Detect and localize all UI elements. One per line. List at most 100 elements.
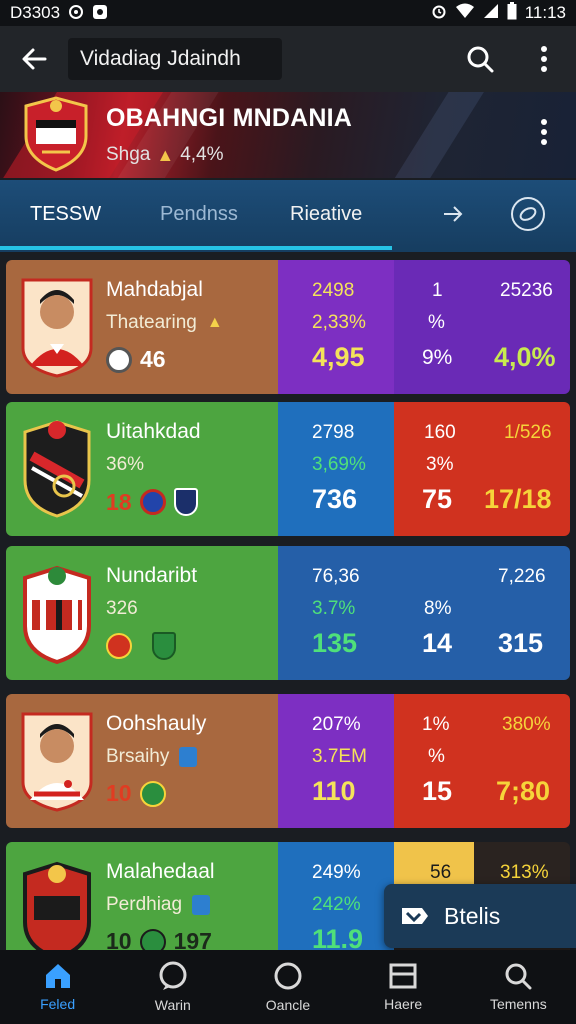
club-crest-icon bbox=[24, 96, 88, 172]
app-bar-actions bbox=[448, 26, 576, 92]
player-name: Mahdabjal bbox=[106, 278, 203, 301]
search-field-text: Vidadiag Jdaindh bbox=[80, 47, 241, 70]
stat-value-large: 7;80 bbox=[496, 776, 551, 806]
alarm-icon bbox=[431, 3, 447, 24]
list-icon bbox=[389, 963, 417, 989]
banner-more-button[interactable] bbox=[532, 112, 556, 152]
nav-item-warin[interactable]: Warin bbox=[115, 950, 230, 1024]
player-card[interactable]: Uitahkdad 36% 18 2798 3,69% 736 160 3% 7… bbox=[6, 402, 570, 536]
club-crest-icon bbox=[23, 420, 91, 518]
stat-value-large: 135 bbox=[312, 628, 358, 658]
nav-item-oancle[interactable]: Oancle bbox=[230, 950, 345, 1024]
stat-value: 9% bbox=[422, 346, 453, 369]
player-sub-text: 36% bbox=[106, 454, 145, 475]
stat-col-1: 76,36 3.7% 135 bbox=[278, 546, 394, 680]
tab-pendnss[interactable]: Pendnss bbox=[160, 180, 238, 248]
nav-item-temenns[interactable]: Temenns bbox=[461, 950, 576, 1024]
shield-icon bbox=[192, 895, 211, 915]
stat-value: 2498 bbox=[312, 280, 355, 301]
player-sub-text: Perdhiag bbox=[106, 894, 183, 915]
app-bar: Vidadiag Jdaindh bbox=[0, 26, 576, 92]
stat-col-2: 1% % 15 380% 7;80 bbox=[394, 694, 570, 828]
tab-target-button[interactable] bbox=[508, 180, 548, 248]
stat-value: 3,69% bbox=[312, 454, 366, 475]
player-bottom: 10 bbox=[106, 780, 174, 807]
player-bottom-value: 10 bbox=[106, 928, 132, 950]
club-badge-icon bbox=[139, 489, 166, 515]
stat-value-large: 4,0% bbox=[494, 342, 556, 372]
club-badge-icon bbox=[139, 780, 166, 807]
club-badge-icon bbox=[139, 928, 166, 950]
status-right: 11:13 bbox=[431, 1, 566, 25]
stat-col-1: 2798 3,69% 736 bbox=[278, 402, 394, 536]
nav-item-haere[interactable]: Haere bbox=[346, 950, 461, 1024]
player-sub: 36% bbox=[106, 454, 144, 476]
stat-value-large: 14 bbox=[422, 628, 453, 658]
arrow-right-icon bbox=[444, 206, 463, 222]
stat-value-large: 75 bbox=[422, 484, 453, 514]
tab-bar: TESSW Pendnss Rieative bbox=[0, 180, 576, 252]
circle-icon bbox=[274, 962, 302, 990]
notification-icon bbox=[68, 4, 84, 23]
nav-label: Haere bbox=[384, 996, 423, 1012]
overflow-menu-button[interactable] bbox=[512, 26, 576, 92]
player-bottom: 46 bbox=[106, 346, 166, 373]
player-list: Mahdabjal Thatearing ▲ 46 2498 2,33% 4,9… bbox=[0, 252, 576, 950]
nav-label: Warin bbox=[154, 997, 191, 1013]
stat-value: % bbox=[428, 746, 445, 767]
search-icon bbox=[505, 963, 532, 990]
nav-item-feled[interactable]: Feled bbox=[0, 950, 115, 1024]
player-sub-text: Brsaihy bbox=[106, 746, 170, 767]
club-crest-icon bbox=[23, 565, 91, 664]
stat-col-1: 207% 3.7EM 110 bbox=[278, 694, 394, 828]
tab-tessw[interactable]: TESSW bbox=[30, 180, 101, 248]
player-card[interactable]: Oohshauly Brsaihy 10 207% 3.7EM 110 1% % bbox=[6, 694, 570, 828]
player-portrait-icon bbox=[21, 712, 93, 812]
stat-value: 2,33% bbox=[312, 312, 366, 333]
player-card[interactable]: Nundaribt 326 76,36 3.7% 135 8% 14 7,226… bbox=[6, 546, 570, 680]
stat-value-large: 15 bbox=[422, 776, 453, 806]
tab-rieative[interactable]: Rieative bbox=[290, 180, 362, 248]
player-sub-text: Thatearing bbox=[106, 312, 197, 333]
stat-value-large: 4,95 bbox=[312, 342, 365, 372]
player-bottom-extra: 197 bbox=[173, 928, 212, 950]
shield-icon bbox=[179, 747, 198, 767]
stat-value: 380% bbox=[502, 714, 551, 735]
search-button[interactable] bbox=[448, 26, 512, 92]
stat-value-large: 110 bbox=[312, 776, 356, 806]
nav-label: Temenns bbox=[489, 996, 547, 1012]
player-card[interactable]: Mahdabjal Thatearing ▲ 46 2498 2,33% 4,9… bbox=[6, 260, 570, 394]
club-badge-icon bbox=[106, 346, 132, 373]
stat-value: 76,36 bbox=[312, 566, 360, 587]
player-name: Oohshauly bbox=[106, 712, 207, 735]
search-icon bbox=[467, 46, 494, 73]
player-bottom-value: 10 bbox=[106, 780, 132, 806]
player-name: Malahedaal bbox=[106, 860, 215, 883]
home-icon bbox=[45, 964, 70, 988]
player-bottom-value: 46 bbox=[140, 346, 166, 372]
card-info: Nundaribt 326 bbox=[6, 546, 278, 680]
stat-col-1: 249% 242% 11.9 bbox=[278, 842, 394, 950]
player-portrait-icon bbox=[21, 278, 93, 378]
stat-col-2: 1 % 9% 25236 4,0% bbox=[394, 260, 570, 394]
card-info: Oohshauly Brsaihy 10 bbox=[6, 694, 278, 828]
stat-value: 1/526 bbox=[504, 422, 552, 443]
tab-indicator bbox=[0, 246, 392, 250]
nav-label: Oancle bbox=[265, 997, 311, 1013]
search-field[interactable]: Vidadiag Jdaindh bbox=[68, 38, 282, 80]
stat-col-1: 2498 2,33% 4,95 bbox=[278, 260, 394, 394]
player-sub: Brsaihy bbox=[106, 746, 198, 768]
stat-value-large: 315 bbox=[498, 628, 544, 658]
stat-value: 160 bbox=[424, 422, 456, 443]
player-sub: Thatearing ▲ bbox=[106, 312, 223, 334]
back-button[interactable] bbox=[0, 26, 68, 92]
player-bottom bbox=[106, 632, 176, 660]
club-sub-value: 4,4% bbox=[180, 144, 224, 165]
stat-value: 8% bbox=[424, 598, 452, 619]
tab-next-button[interactable] bbox=[438, 180, 468, 248]
stat-value: 2798 bbox=[312, 422, 355, 443]
stat-value-large: 736 bbox=[312, 484, 358, 514]
battery-icon bbox=[507, 1, 517, 25]
details-button[interactable]: Btelis bbox=[384, 884, 576, 948]
signal-icon bbox=[483, 3, 499, 24]
